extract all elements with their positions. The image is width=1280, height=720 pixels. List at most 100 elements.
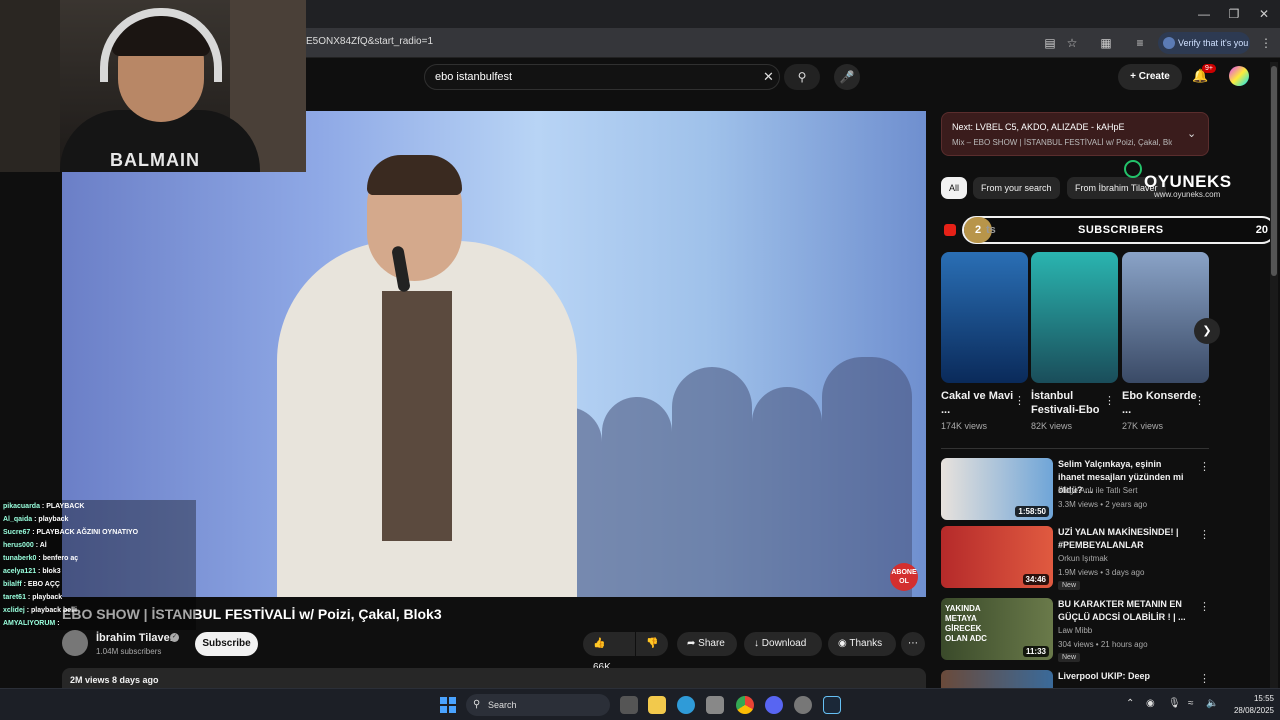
- chat-username: Al_qaida: [3, 516, 33, 523]
- url-text[interactable]: E5ONX84ZfQ&start_radio=1: [306, 36, 433, 47]
- thumbnail-text: YAKINDA METAYA GİRECEK OLAN ADC: [945, 604, 987, 643]
- video-title[interactable]: BU KARAKTER METANIN EN GÜÇLÜ ADCSİ OLABİ…: [1058, 598, 1188, 624]
- next-in-mix-card[interactable]: Next: LVBEL C5, AKDO, ALIZADE - kAHpE Mi…: [941, 112, 1209, 156]
- headphones: [100, 8, 222, 82]
- more-options-icon[interactable]: ⋮: [1199, 528, 1210, 541]
- video-meta: 1.9M views • 3 days ago: [1058, 568, 1145, 577]
- minimize-icon[interactable]: —: [1196, 6, 1212, 22]
- chat-message: pikacuarda : PLAYBACK: [3, 503, 85, 510]
- extensions-icon[interactable]: ▦: [1098, 35, 1114, 51]
- more-options-icon[interactable]: ⋮: [1199, 460, 1210, 473]
- browser-menu-icon[interactable]: ⋮: [1258, 35, 1274, 51]
- chat-message: Al_qaida : playback: [3, 516, 69, 523]
- volume-icon[interactable]: 🔈: [1206, 698, 1218, 709]
- chip-from-your-search[interactable]: From your search: [973, 177, 1060, 199]
- channel-name[interactable]: Müge Anlı ile Tatlı Sert: [1058, 486, 1137, 495]
- account-avatar[interactable]: [1229, 66, 1249, 86]
- taskbar-clock[interactable]: 15:55 28/08/2025: [1222, 693, 1274, 717]
- short-title[interactable]: Cakal ve Mavi ...: [941, 389, 1021, 417]
- steam-icon[interactable]: [823, 696, 841, 714]
- create-button[interactable]: + Create: [1118, 64, 1182, 90]
- short-title[interactable]: Ebo Konserde ...: [1122, 389, 1202, 417]
- video-thumbnail[interactable]: 34:46: [941, 526, 1053, 588]
- video-title[interactable]: UZİ YALAN MAKİNESİNDE! | #PEMBEYALANLAR: [1058, 526, 1188, 552]
- list-item[interactable]: 34:46 UZİ YALAN MAKİNESİNDE! | #PEMBEYAL…: [941, 526, 1210, 590]
- chat-username: tunaberk0: [3, 555, 37, 562]
- duration-badge: 11:33: [1022, 646, 1049, 657]
- video-thumbnail[interactable]: YAKINDA METAYA GİRECEK OLAN ADC 11:33: [941, 598, 1053, 660]
- short-title[interactable]: İstanbul Festivali-Ebo: [1031, 389, 1111, 417]
- taskbar-search[interactable]: ⚲ Search: [466, 694, 610, 716]
- thanks-button[interactable]: ◉ Thanks: [828, 632, 896, 656]
- share-icon: ➦: [687, 638, 696, 649]
- list-item[interactable]: YAKINDA METAYA GİRECEK OLAN ADC 11:33 BU…: [941, 598, 1210, 662]
- scrollbar-thumb[interactable]: [1271, 66, 1277, 276]
- restore-icon[interactable]: ❐: [1226, 6, 1242, 22]
- search-box[interactable]: ✕: [424, 64, 780, 90]
- more-actions-icon[interactable]: ⋯: [901, 632, 925, 656]
- short-thumbnail[interactable]: [1122, 252, 1209, 383]
- verify-identity-button[interactable]: Verify that it's you: [1158, 32, 1250, 54]
- edge-icon[interactable]: [677, 696, 695, 714]
- chip-all[interactable]: All: [941, 177, 968, 199]
- list-item[interactable]: Liverpool UKIP: Deep ⋮: [941, 670, 1209, 688]
- download-icon: ↓: [754, 638, 759, 649]
- store-icon[interactable]: [706, 696, 724, 714]
- chat-message: herus000 : Aİ: [3, 542, 47, 549]
- chrome-icon[interactable]: [736, 696, 754, 714]
- chat-text: benfero aç: [42, 555, 79, 562]
- short-thumbnail[interactable]: [1031, 252, 1118, 383]
- chat-username: Sucre67: [3, 529, 31, 536]
- chat-username: xclidej: [3, 607, 25, 614]
- more-options-icon[interactable]: ⋮: [1199, 600, 1210, 613]
- more-options-icon[interactable]: ⋮: [1194, 394, 1205, 407]
- network-icon[interactable]: ◉: [1146, 698, 1155, 709]
- download-button[interactable]: ↓ Download: [744, 632, 822, 656]
- discord-icon[interactable]: [765, 696, 783, 714]
- task-view-icon[interactable]: [620, 696, 638, 714]
- channel-name[interactable]: Orkun Işıtmak: [1058, 554, 1108, 563]
- list-item[interactable]: 1:58:50 Selim Yalçınkaya, eşinin ihanet …: [941, 458, 1210, 522]
- short-thumbnail[interactable]: [941, 252, 1028, 383]
- close-window-icon[interactable]: ✕: [1256, 6, 1272, 22]
- chevron-up-icon[interactable]: ⌃: [1126, 698, 1134, 709]
- more-options-icon[interactable]: ⋮: [1014, 394, 1025, 407]
- search-icon[interactable]: ⚲: [784, 64, 820, 90]
- more-options-icon[interactable]: ⋮: [1199, 672, 1209, 685]
- chevron-right-icon[interactable]: ❯: [1194, 318, 1220, 344]
- thumbs-up-icon: 👍: [593, 638, 606, 649]
- more-options-icon[interactable]: ⋮: [1104, 394, 1115, 407]
- file-explorer-icon[interactable]: [648, 696, 666, 714]
- channel-name[interactable]: Law Mibb: [1058, 626, 1092, 635]
- chat-username: herus000: [3, 542, 34, 549]
- install-app-icon[interactable]: ▤: [1042, 35, 1058, 51]
- clear-search-icon[interactable]: ✕: [763, 70, 777, 84]
- oyuneks-logo-icon: [1124, 160, 1142, 178]
- chat-text: Aİ: [39, 542, 47, 549]
- shirt-text: BALMAIN: [110, 150, 200, 170]
- profile-icon: [1163, 37, 1175, 49]
- duration-badge: 34:46: [1022, 574, 1049, 585]
- chat-message: Sucre67 : PLAYBACK AĞZINI OYNATIYO: [3, 529, 139, 536]
- bookmark-star-icon[interactable]: ☆: [1064, 35, 1080, 51]
- chevron-down-icon[interactable]: ⌄: [1187, 127, 1196, 140]
- microphone-icon[interactable]: 🎤: [834, 64, 860, 90]
- subscriber-goal-overlay: 2 ts SUBSCRIBERS 20: [962, 216, 1276, 244]
- streamer-webcam: BALMAIN: [0, 0, 306, 172]
- channel-avatar[interactable]: [62, 630, 88, 656]
- search-input[interactable]: [435, 68, 735, 86]
- app-icon[interactable]: [794, 696, 812, 714]
- windows-start-icon[interactable]: [440, 697, 456, 713]
- like-button[interactable]: 👍 66K: [583, 632, 635, 673]
- dislike-button[interactable]: 👎: [636, 632, 668, 656]
- video-title[interactable]: Liverpool UKIP: Deep: [1058, 670, 1188, 683]
- microphone-tray-icon[interactable]: 🎙: [1168, 698, 1181, 709]
- reading-list-icon[interactable]: ≡: [1132, 35, 1148, 51]
- channel-name[interactable]: İbrahim Tilaver: [96, 632, 174, 644]
- video-thumbnail[interactable]: 1:58:50: [941, 458, 1053, 520]
- chat-username: AMYALIYORUM: [3, 620, 56, 627]
- subscribe-button[interactable]: Subscribe: [195, 632, 258, 656]
- video-thumbnail[interactable]: [941, 670, 1053, 688]
- wifi-icon[interactable]: ≈: [1188, 698, 1194, 709]
- share-button[interactable]: ➦ Share: [677, 632, 737, 656]
